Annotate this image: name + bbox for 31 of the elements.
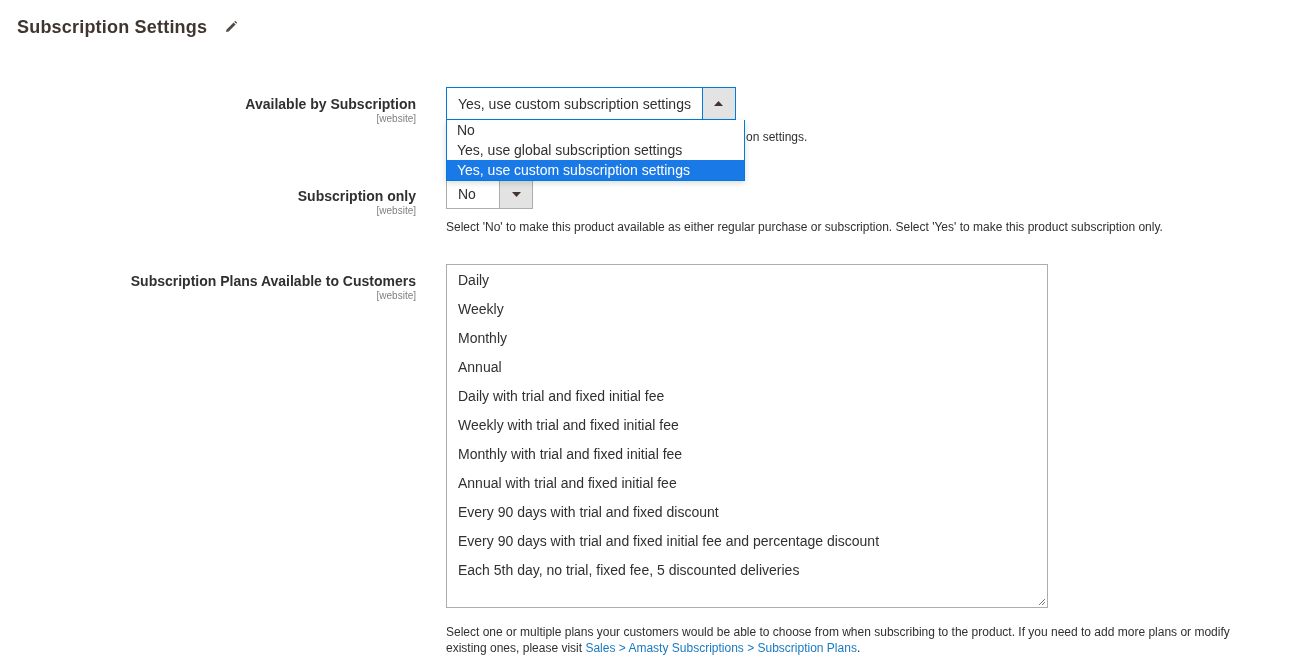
list-option[interactable]: Monthly with trial and fixed initial fee: [447, 445, 1047, 474]
caret-down-icon: [511, 191, 521, 197]
list-option[interactable]: Annual with trial and fixed initial fee: [447, 474, 1047, 503]
dropdown-option[interactable]: Yes, use global subscription settings: [447, 140, 744, 160]
field-label: Available by Subscription: [245, 96, 416, 112]
list-option[interactable]: Weekly: [447, 300, 1047, 329]
field-note: Select one or multiple plans your customers would be able to choose from when subscribing to the product. If you need to add more plans or modify existing ones, please visit Sales > Amasty Subscriptions > Subscription Plans.: [446, 624, 1231, 656]
select-field[interactable]: No: [446, 179, 533, 209]
plans-link[interactable]: Sales > Amasty Subscriptions > Subscription Plans: [585, 641, 857, 655]
scope-label: [website]: [376, 113, 416, 124]
field-label: Subscription Plans Available to Customers: [130, 273, 416, 289]
field-label: Subscription only: [297, 188, 416, 204]
caret-up-icon: [714, 101, 724, 106]
list-option[interactable]: Each 5th day, no trial, fixed fee, 5 discounted deliveries: [447, 561, 1047, 590]
section-title: Subscription Settings: [17, 16, 208, 38]
list-option[interactable]: Every 90 days with trial and fixed initial fee and percentage discount: [447, 532, 1047, 561]
scope-label: [website]: [376, 290, 416, 301]
list-option[interactable]: Monthly: [447, 329, 1047, 358]
select-field[interactable]: Yes, use custom subscription settings: [446, 87, 736, 120]
list-option[interactable]: Weekly with trial and fixed initial fee: [447, 416, 1047, 445]
dropdown-option[interactable]: Yes, use custom subscription settings: [447, 160, 744, 180]
multiselect-list[interactable]: [446, 264, 1048, 608]
list-option[interactable]: Every 90 days with trial and fixed discount: [447, 503, 1047, 532]
list-option[interactable]: Daily: [447, 271, 1047, 300]
pencil-icon[interactable]: [224, 20, 239, 34]
resize-grip-icon[interactable]: [1038, 598, 1046, 606]
list-option[interactable]: Annual: [447, 358, 1047, 387]
list-option[interactable]: Daily with trial and fixed initial fee: [447, 387, 1047, 416]
field-note: Select 'No' to make this product available as either regular purchase or subscription. Select 'Yes' to make this product subscription only.: [446, 220, 1163, 234]
dropdown-option[interactable]: No: [447, 120, 744, 140]
scope-label: [website]: [376, 205, 416, 216]
